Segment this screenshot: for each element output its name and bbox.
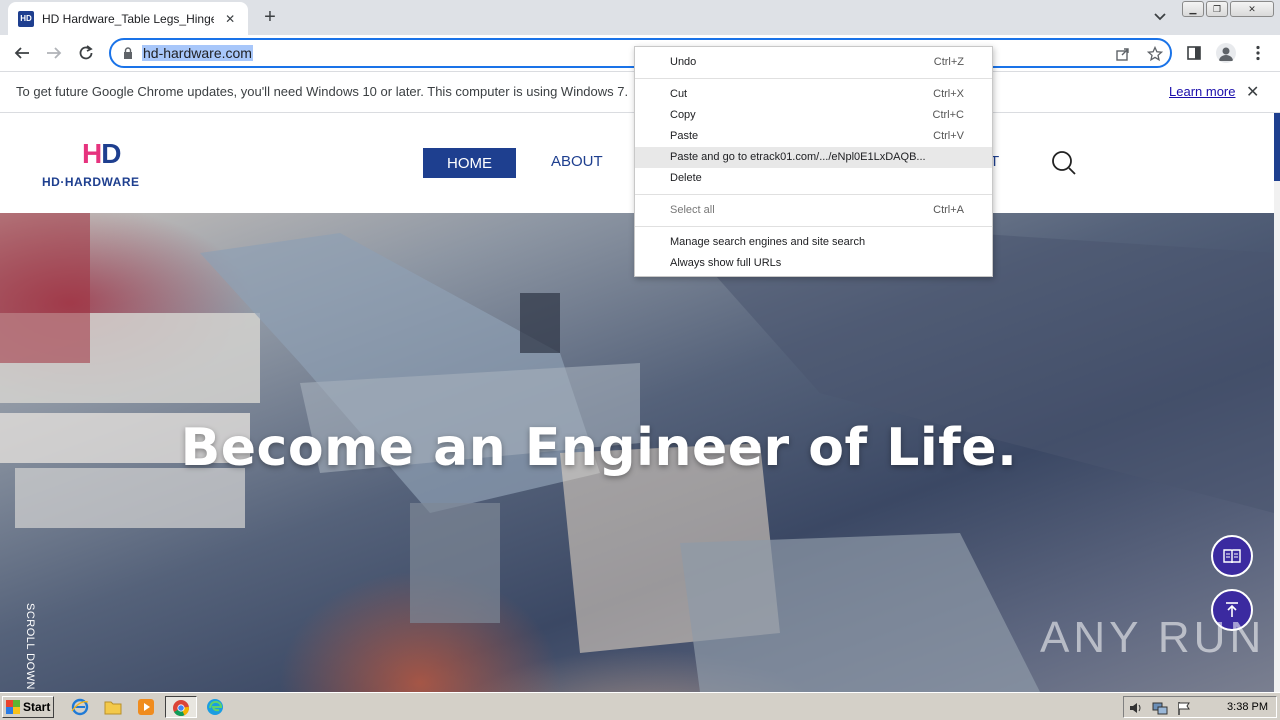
volume-icon[interactable] (1128, 700, 1144, 716)
menu-item-label: Undo (670, 56, 697, 68)
window-controls: ▁ ❐ ✕ (1182, 1, 1274, 17)
catalog-button[interactable] (1211, 535, 1253, 577)
menu-item-label: Always show full URLs (670, 257, 782, 269)
scroll-down-label[interactable]: SCROLL DOWN (24, 603, 36, 690)
bookmark-star-icon[interactable] (1146, 45, 1164, 63)
menu-item-delete[interactable]: Delete (635, 168, 992, 189)
menu-separator (635, 78, 992, 79)
share-icon[interactable] (1114, 45, 1132, 63)
menu-item-label: Delete (670, 172, 702, 184)
menu-item-shortcut: Ctrl+X (933, 88, 964, 100)
profile-button[interactable] (1212, 39, 1240, 67)
menu-item-select-all[interactable]: Select all Ctrl+A (635, 200, 992, 221)
menu-item-manage-search-engines[interactable]: Manage search engines and site search (635, 232, 992, 253)
menu-item-label: Select all (670, 204, 715, 216)
nav-home[interactable]: HOME (423, 148, 516, 178)
side-panel-icon (1187, 46, 1201, 60)
back-arrow-icon (14, 47, 29, 59)
watermark-text: ANY RUN (1040, 613, 1266, 662)
page-scrollbar[interactable] (1274, 113, 1280, 692)
logo-wordmark: HD·HARDWARE (42, 175, 140, 189)
menu-item-copy[interactable]: Copy Ctrl+C (635, 105, 992, 126)
menu-item-paste[interactable]: Paste Ctrl+V (635, 126, 992, 147)
learn-more-link[interactable]: Learn more (1169, 84, 1235, 99)
action-center-flag-icon[interactable] (1176, 700, 1192, 716)
scrollbar-thumb[interactable] (1274, 113, 1280, 181)
chrome-icon (173, 700, 189, 716)
hero-title: Become an Engineer of Life. (180, 418, 1018, 478)
omnibox-context-menu: Undo Ctrl+Z Cut Ctrl+X Copy Ctrl+C Paste… (634, 46, 993, 277)
url-text[interactable]: hd-hardware.com (142, 45, 253, 61)
restore-window-button[interactable]: ❐ (1206, 1, 1228, 17)
side-panel-button[interactable] (1180, 39, 1208, 67)
internet-explorer-icon[interactable] (71, 698, 89, 716)
menu-item-label: Copy (670, 109, 696, 121)
lock-icon[interactable] (123, 47, 133, 63)
start-button[interactable]: Start (2, 696, 54, 718)
anyrun-watermark: ANY RUN (1040, 613, 1265, 663)
chrome-menu-button[interactable] (1244, 39, 1272, 67)
reload-icon (79, 45, 93, 60)
new-tab-button[interactable]: + (259, 6, 281, 28)
infobar-message: To get future Google Chrome updates, you… (16, 84, 629, 99)
tab-hd-hardware[interactable]: HD HD Hardware_Table Legs_Hinge_Metal ✕ (8, 2, 248, 35)
kebab-menu-icon (1256, 45, 1260, 61)
forward-button[interactable] (40, 39, 68, 67)
file-explorer-icon[interactable] (104, 698, 122, 716)
menu-item-shortcut: Ctrl+C (932, 109, 964, 121)
menu-separator (635, 226, 992, 227)
windows-taskbar: Start 3:38 PM (0, 692, 1280, 720)
edge-icon[interactable] (206, 698, 224, 716)
site-search-icon[interactable] (1051, 150, 1077, 179)
back-button[interactable] (8, 39, 36, 67)
menu-item-label: Paste (670, 130, 699, 142)
close-window-button[interactable]: ✕ (1230, 1, 1274, 17)
menu-item-shortcut: Ctrl+A (933, 204, 964, 216)
site-favicon-icon: HD (18, 10, 34, 27)
logo-mark: HD (82, 138, 121, 169)
reload-button[interactable] (72, 39, 100, 67)
system-tray: 3:38 PM (1123, 696, 1277, 718)
taskbar-clock[interactable]: 3:38 PM (1227, 701, 1268, 713)
windows-logo-icon (6, 700, 20, 714)
menu-item-cut[interactable]: Cut Ctrl+X (635, 84, 992, 105)
minimize-window-button[interactable]: ▁ (1182, 1, 1204, 17)
taskbar-chrome-button[interactable] (165, 696, 197, 718)
hero-banner: Become an Engineer of Life. SCROLL DOWN … (0, 213, 1274, 692)
infobar-close-icon[interactable]: ✕ (1246, 82, 1259, 102)
tab-strip: HD HD Hardware_Table Legs_Hinge_Metal ✕ … (0, 0, 1280, 35)
tab-close-icon[interactable]: ✕ (222, 12, 238, 26)
menu-item-paste-and-go[interactable]: Paste and go to etrack01.com/.../eNpl0E1… (635, 147, 992, 168)
media-player-icon[interactable] (137, 698, 155, 716)
nav-about[interactable]: ABOUT (551, 153, 603, 170)
tab-title: HD Hardware_Table Legs_Hinge_Metal (42, 11, 215, 26)
menu-item-label: Paste and go to etrack01.com/.../eNpl0E1… (670, 151, 926, 163)
site-logo[interactable]: HD HD·HARDWARE (42, 138, 166, 190)
network-icon[interactable] (1152, 700, 1168, 716)
forward-arrow-icon (47, 47, 62, 59)
menu-item-shortcut: Ctrl+Z (933, 56, 964, 68)
menu-item-label: Cut (670, 88, 688, 100)
avatar-icon (1216, 43, 1236, 63)
menu-item-always-show-full-urls[interactable]: Always show full URLs (635, 253, 992, 274)
start-label: Start (23, 700, 51, 714)
book-icon (1223, 549, 1241, 564)
menu-item-shortcut: Ctrl+V (933, 130, 964, 142)
tab-search-chevron-icon[interactable] (1150, 8, 1170, 26)
menu-item-undo[interactable]: Undo Ctrl+Z (635, 52, 992, 73)
menu-item-label: Manage search engines and site search (670, 236, 866, 248)
menu-separator (635, 194, 992, 195)
